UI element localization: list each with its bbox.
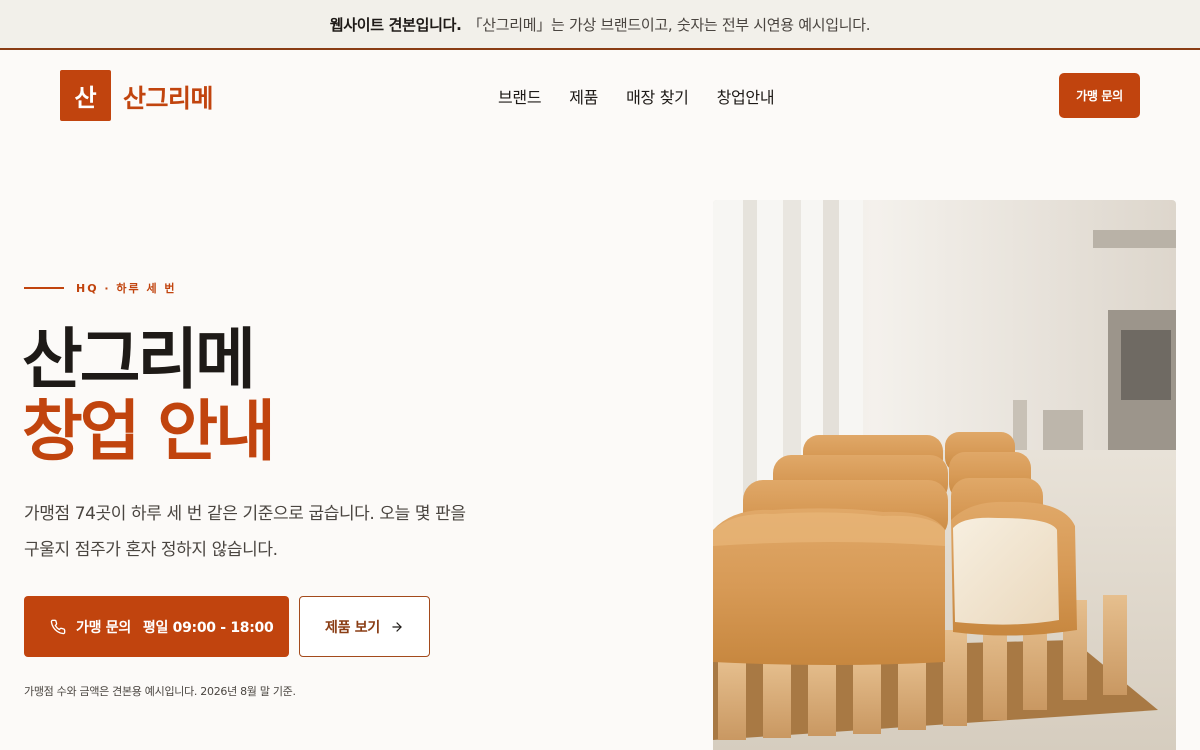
hero-eyebrow: HQ · 하루 세 번 <box>24 280 177 296</box>
hero-footnote: 가맹점 수와 금액은 견본용 예시입니다. 2026년 8월 말 기준. <box>24 685 296 698</box>
nav-item-franchise[interactable]: 창업안내 <box>717 84 775 108</box>
notice-strong: 웹사이트 견본입니다. <box>329 15 462 34</box>
logo-text[interactable]: 산그리메 <box>123 79 214 115</box>
franchise-inquiry-button[interactable]: 가맹 문의 <box>1059 73 1140 118</box>
nav-item-brand[interactable]: 브랜드 <box>498 84 542 108</box>
arrow-right-icon <box>392 621 402 632</box>
hero-inquiry-button[interactable]: 가맹 문의 평일 09:00 - 18:00 <box>24 596 289 657</box>
notice-text: 「산그리메」는 가상 브랜드이고, 숫자는 전부 시연용 예시입니다. <box>467 15 871 34</box>
view-products-button[interactable]: 제품 보기 <box>299 596 430 657</box>
hero-title-line1: 산그리메 <box>22 321 256 398</box>
bread-photo <box>713 200 1176 750</box>
main-nav: 브랜드 제품 매장 찾기 창업안내 <box>498 84 775 108</box>
hero-description: 가맹점 74곳이 하루 세 번 같은 기준으로 굽습니다. 오늘 몇 판을 구울… <box>24 496 484 568</box>
hero-description-line2: 구울지 점주가 혼자 정하지 않습니다. <box>24 540 278 560</box>
notice-bar: 웹사이트 견본입니다. 「산그리메」는 가상 브랜드이고, 숫자는 전부 시연용… <box>0 0 1200 50</box>
hero-inquiry-label: 가맹 문의 <box>76 619 131 636</box>
phone-icon <box>50 619 66 634</box>
site-header: 산 산그리메 브랜드 제품 매장 찾기 창업안내 가맹 문의 <box>0 52 1200 138</box>
nav-item-store-finder[interactable]: 매장 찾기 <box>626 84 689 108</box>
eyebrow-divider <box>24 287 64 289</box>
logo-mark[interactable]: 산 <box>60 70 111 121</box>
hero-bread-image <box>713 200 1176 750</box>
hero-inquiry-hours: 평일 09:00 - 18:00 <box>142 619 274 636</box>
nav-item-products[interactable]: 제품 <box>569 84 598 108</box>
eyebrow-text: HQ · 하루 세 번 <box>76 282 177 295</box>
hero-description-line1: 가맹점 74곳이 하루 세 번 같은 기준으로 굽습니다. 오늘 몇 판을 <box>24 504 466 524</box>
hero-title-line2: 창업 안내 <box>22 393 276 470</box>
view-products-label: 제품 보기 <box>325 619 380 636</box>
